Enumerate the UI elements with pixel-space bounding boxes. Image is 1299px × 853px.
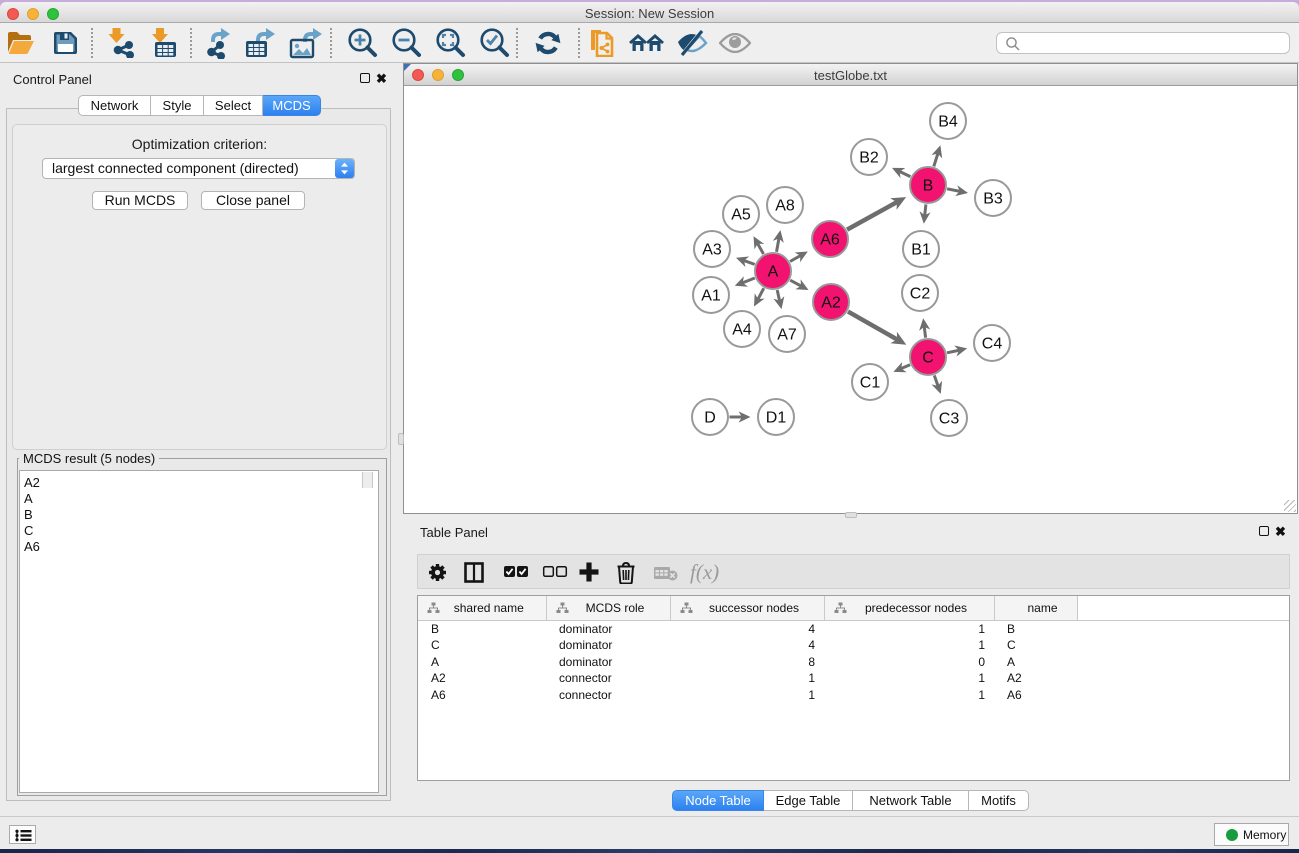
svg-text:B1: B1	[911, 242, 931, 259]
svg-text:A2: A2	[821, 295, 841, 312]
svg-text:A7: A7	[777, 327, 797, 344]
svg-text:A3: A3	[702, 242, 722, 259]
svg-text:D: D	[704, 410, 716, 427]
svg-text:A8: A8	[775, 198, 795, 215]
svg-text:B3: B3	[983, 191, 1003, 208]
svg-text:A6: A6	[820, 232, 840, 249]
svg-text:C: C	[922, 350, 934, 367]
svg-text:A5: A5	[731, 207, 751, 224]
svg-text:A: A	[768, 264, 779, 281]
svg-text:A4: A4	[732, 322, 752, 339]
svg-text:D1: D1	[766, 410, 787, 427]
svg-text:B: B	[923, 178, 934, 195]
svg-text:C1: C1	[860, 375, 881, 392]
svg-text:C3: C3	[939, 411, 960, 428]
svg-text:B2: B2	[859, 150, 879, 167]
svg-text:A1: A1	[701, 288, 721, 305]
svg-text:C2: C2	[910, 286, 931, 303]
svg-text:C4: C4	[982, 336, 1003, 353]
svg-text:B4: B4	[938, 114, 958, 131]
